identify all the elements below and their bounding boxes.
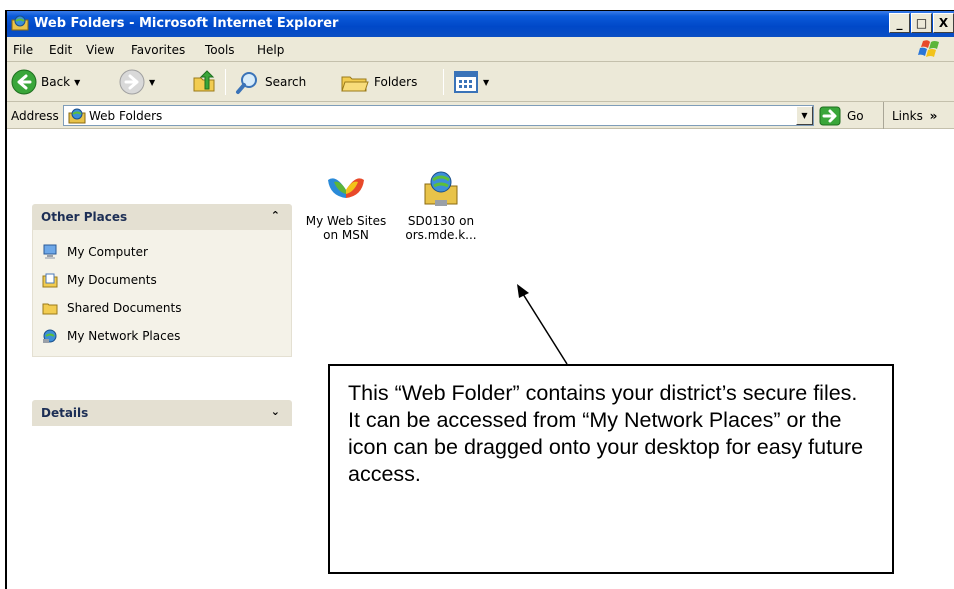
menu-favorites[interactable]: Favorites	[131, 43, 185, 57]
go-button[interactable]: Go	[819, 106, 864, 126]
forward-button[interactable]: ▼	[119, 68, 155, 96]
web-folder-icon	[424, 171, 458, 206]
folders-button[interactable]: Folders	[340, 68, 417, 96]
close-icon: X	[938, 16, 949, 30]
other-places-title: Other Places	[41, 210, 128, 224]
minimize-button[interactable]: _	[889, 13, 910, 33]
windows-logo-icon	[918, 40, 939, 57]
sidebar-item-label: My Computer	[67, 245, 148, 259]
window-title: Web Folders - Microsoft Internet Explore…	[34, 16, 339, 31]
file-label-line2: on MSN	[323, 228, 369, 242]
annotation-callout: This “Web Folder” contains your district…	[328, 364, 894, 574]
up-folder-button[interactable]	[191, 68, 217, 96]
menu-file[interactable]: File	[13, 43, 33, 57]
back-button[interactable]: Back ▼	[11, 68, 80, 96]
address-label: Address	[11, 109, 59, 123]
forward-arrow-icon	[119, 69, 145, 95]
file-item-sd0130[interactable]: SD0130 on ors.mde.k...	[396, 170, 486, 242]
toolbar: Back ▼ ▼ Search Folders ▼	[7, 62, 954, 102]
back-arrow-icon	[11, 69, 37, 95]
maximize-icon: □	[915, 16, 928, 30]
sidebar-item-my-documents[interactable]: My Documents	[33, 266, 291, 294]
links-label: Links	[892, 109, 923, 123]
sidebar-item-label: My Documents	[67, 273, 157, 287]
title-bar[interactable]: Web Folders - Microsoft Internet Explore…	[7, 11, 954, 37]
toolbar-separator	[225, 69, 226, 95]
other-places-panel: Other Places ⌃ My Computer My Documents …	[32, 204, 292, 357]
callout-text: This “Web Folder” contains your district…	[348, 381, 864, 486]
collapse-chevron-icon[interactable]: ⌃	[271, 209, 280, 222]
file-label-line1: My Web Sites	[305, 214, 387, 228]
file-label-line2: ors.mde.k...	[405, 228, 477, 242]
web-folders-icon	[11, 15, 29, 31]
chevron-down-icon[interactable]: ▼	[149, 78, 155, 87]
msn-butterfly-icon	[328, 178, 364, 198]
go-arrow-icon	[819, 106, 841, 126]
address-dropdown-button[interactable]: ▼	[796, 106, 813, 125]
folders-icon	[341, 76, 369, 92]
details-header[interactable]: Details ⌄	[32, 400, 292, 426]
chevron-right-icon: »	[929, 109, 938, 123]
menu-edit[interactable]: Edit	[49, 43, 72, 57]
toolbar-separator	[443, 69, 444, 95]
network-places-icon	[43, 329, 57, 343]
documents-icon	[42, 273, 58, 288]
expand-chevron-icon[interactable]: ⌄	[271, 405, 280, 418]
web-folders-icon	[68, 108, 86, 124]
search-label: Search	[265, 75, 307, 89]
file-label-line1: SD0130 on	[407, 214, 475, 228]
menu-bar: File Edit View Favorites Tools Help	[7, 37, 954, 62]
computer-icon	[43, 244, 57, 259]
menu-tools[interactable]: Tools	[205, 43, 235, 57]
up-folder-icon	[193, 70, 215, 92]
other-places-header[interactable]: Other Places ⌃	[32, 204, 292, 230]
details-title: Details	[41, 406, 89, 420]
back-label: Back	[41, 75, 71, 89]
menu-help[interactable]: Help	[257, 43, 284, 57]
folders-label: Folders	[374, 75, 418, 89]
address-bar: Address Web Folders ▼ Go Links »	[7, 102, 954, 129]
sidebar-item-label: My Network Places	[67, 329, 181, 343]
details-panel: Details ⌄	[32, 400, 292, 426]
minimize-icon: _	[896, 16, 903, 30]
address-input[interactable]: Web Folders ▼	[63, 105, 814, 126]
address-value: Web Folders	[89, 109, 163, 123]
go-label: Go	[847, 109, 864, 123]
file-item-my-web-sites[interactable]: My Web Sites on MSN	[301, 172, 391, 242]
maximize-button[interactable]: □	[911, 13, 932, 33]
folder-content: Other Places ⌃ My Computer My Documents …	[7, 130, 954, 589]
chevron-down-icon: ▼	[801, 111, 808, 120]
views-button[interactable]: ▼	[453, 68, 489, 96]
chevron-down-icon[interactable]: ▼	[483, 78, 489, 87]
sidebar-item-my-network-places[interactable]: My Network Places	[33, 322, 291, 350]
folder-icon	[42, 303, 58, 315]
sidebar-item-label: Shared Documents	[67, 301, 182, 315]
search-icon	[236, 72, 257, 94]
menu-view[interactable]: View	[86, 43, 114, 57]
links-button[interactable]: Links »	[883, 102, 937, 129]
sidebar-item-my-computer[interactable]: My Computer	[33, 238, 291, 266]
close-button[interactable]: X	[933, 13, 954, 33]
views-grid-icon	[454, 71, 478, 93]
search-button[interactable]: Search	[235, 68, 306, 96]
chevron-down-icon[interactable]: ▼	[74, 78, 80, 87]
ie-window: Web Folders - Microsoft Internet Explore…	[5, 10, 954, 589]
sidebar-item-shared-documents[interactable]: Shared Documents	[33, 294, 291, 322]
